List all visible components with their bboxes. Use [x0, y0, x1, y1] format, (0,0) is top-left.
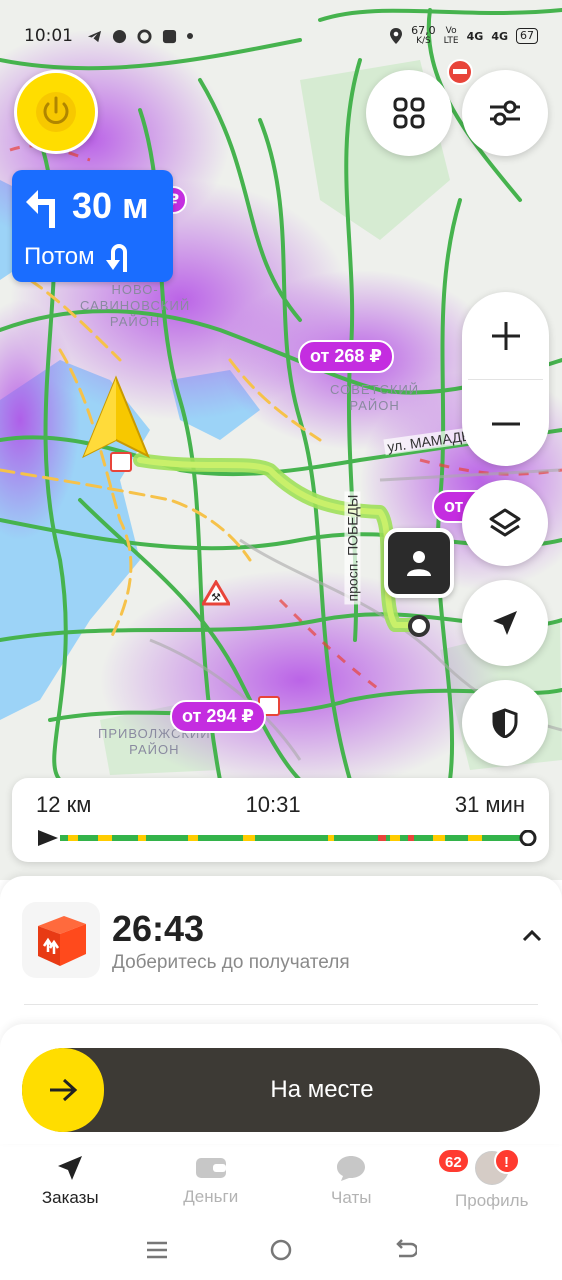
- route-traffic-bar: [38, 830, 537, 846]
- slider-knob[interactable]: [22, 1048, 104, 1132]
- home-icon[interactable]: [269, 1238, 293, 1262]
- maneuver-card: 30 м Потом: [12, 170, 173, 282]
- menu-icon[interactable]: [145, 1240, 169, 1260]
- wallet-icon: [195, 1158, 226, 1178]
- zoom-control: [462, 292, 549, 466]
- tab-label: Профиль: [455, 1191, 529, 1210]
- status-bar: 10:01 67,0 K/S Vo LTE 4G 4G 67: [0, 18, 562, 54]
- tab-profile[interactable]: Профиль !: [422, 1146, 562, 1216]
- order-status: Доберитесь до получателя: [112, 952, 350, 973]
- district-label: СОВЕТСКИЙ РАЙОН: [330, 382, 420, 413]
- battery-indicator: 67: [516, 28, 538, 44]
- signal-1: 4G: [466, 29, 484, 43]
- shield-icon: [492, 708, 518, 738]
- route-distance: 12 км: [36, 792, 92, 817]
- parcel-box-icon: [22, 902, 100, 978]
- app-icon: [162, 29, 177, 43]
- u-turn-icon: [105, 244, 127, 272]
- person-icon: [407, 551, 431, 576]
- telegram-icon: [87, 30, 102, 42]
- grid-icon: [393, 97, 425, 129]
- profile-badge: !: [493, 1148, 520, 1174]
- recipient-pin[interactable]: [384, 528, 454, 598]
- navigation-icon: [58, 1156, 83, 1180]
- district-label: НОВО- САВИНОВСКИЙ РАЙОН: [80, 282, 191, 329]
- divider: [24, 1004, 538, 1005]
- volte-indicator: Vo LTE: [443, 26, 459, 46]
- net-speed: 67,0 K/S: [411, 24, 436, 46]
- route-summary-card[interactable]: 12 км 10:31 31 мин: [12, 778, 549, 862]
- tab-label: Деньги: [183, 1187, 239, 1206]
- order-sheet: 26:43 Доберитесь до получателя На месте …: [0, 876, 562, 1280]
- tab-orders[interactable]: Заказы: [0, 1146, 141, 1216]
- roadworks-sign-icon: ⚒: [202, 580, 230, 606]
- vpn-icon: [137, 28, 152, 44]
- status-time: 10:01: [24, 26, 73, 46]
- system-nav-bar: [0, 1225, 562, 1275]
- arrow-right-icon: [50, 1078, 78, 1102]
- turn-left-icon: [26, 190, 55, 228]
- services-button[interactable]: [366, 70, 452, 156]
- navigation-arrow-icon: [82, 375, 150, 459]
- arrived-label: На месте: [270, 1076, 374, 1103]
- safety-button[interactable]: [462, 680, 548, 766]
- chevron-up-icon[interactable]: [522, 930, 542, 942]
- price-zone-chip[interactable]: от 294 ₽: [170, 700, 266, 733]
- next-maneuver-label: Потом: [24, 243, 95, 270]
- street-label: просп. ПОБЕДЫ: [344, 491, 361, 605]
- zoom-in-button[interactable]: [462, 292, 549, 379]
- map-view[interactable]: ⚒ НОВО- САВИНОВСКИЙ РАЙОН СОВЕТСКИЙ РАЙОН П…: [0, 0, 562, 880]
- filters-button[interactable]: [462, 70, 548, 156]
- layers-icon: [489, 508, 521, 537]
- tab-money[interactable]: Деньги: [141, 1146, 282, 1216]
- route-duration: 31 мин: [454, 792, 525, 817]
- power-icon: [36, 92, 76, 132]
- svg-text:⚒: ⚒: [211, 591, 221, 604]
- more-dot-icon: [187, 33, 193, 39]
- chat-icon: [337, 1156, 366, 1181]
- price-zone-chip[interactable]: от 268 ₽: [298, 340, 394, 373]
- minus-icon: [491, 422, 520, 425]
- plus-icon: [491, 321, 520, 350]
- tab-label: Чаты: [331, 1188, 372, 1207]
- accident-sign-icon: [110, 452, 132, 472]
- maneuver-distance: 30 м: [72, 185, 149, 226]
- order-timer: 26:43: [112, 908, 205, 949]
- navigation-icon: [493, 611, 517, 635]
- online-toggle-button[interactable]: [14, 70, 98, 154]
- back-icon[interactable]: [393, 1238, 417, 1262]
- arrival-time: 10:31: [245, 792, 301, 817]
- arrived-slider[interactable]: На месте: [22, 1048, 540, 1132]
- destination-point: [408, 615, 430, 637]
- sliders-icon: [490, 100, 520, 126]
- tab-chats[interactable]: Чаты 62: [281, 1146, 470, 1216]
- layers-button[interactable]: [462, 480, 548, 566]
- mir-icon: [112, 29, 127, 43]
- tab-label: Заказы: [41, 1188, 99, 1207]
- location-icon: [390, 28, 403, 44]
- zoom-out-button[interactable]: [462, 380, 549, 467]
- action-panel: На месте: [0, 1024, 562, 1144]
- signal-2: 4G: [491, 29, 508, 43]
- bottom-tab-bar: Заказы Деньги Чаты 62 Профиль !: [0, 1146, 562, 1216]
- order-summary[interactable]: 26:43 Доберитесь до получателя: [22, 902, 542, 982]
- my-location-button[interactable]: [462, 580, 548, 666]
